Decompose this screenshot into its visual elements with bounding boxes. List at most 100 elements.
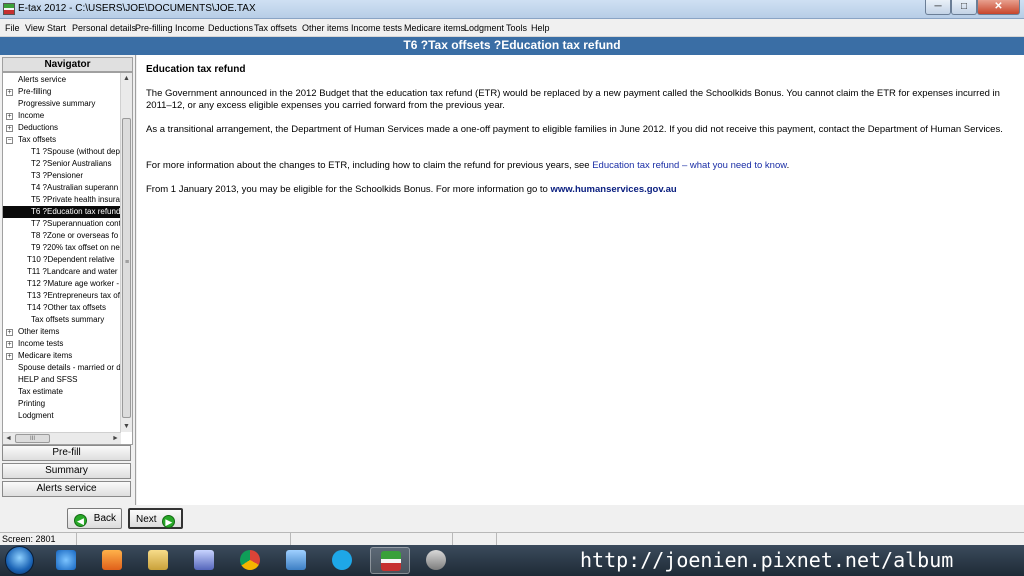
back-arrow-icon: ◀ <box>74 514 87 527</box>
internet-explorer-icon[interactable] <box>46 547 86 574</box>
scroll-down-icon[interactable]: ▼ <box>121 421 132 432</box>
navigator-item-label: T14 ?Other tax offsets <box>27 303 107 312</box>
navigator-item[interactable]: T10 ?Dependent relative <box>3 254 121 266</box>
menu-medicare-items[interactable]: Medicare items <box>404 23 465 33</box>
paragraph-schoolkids-bonus: From 1 January 2013, you may be eligible… <box>146 184 1016 196</box>
menu-pre-filling[interactable]: Pre-filling <box>135 23 173 33</box>
navigator-item[interactable]: Printing <box>3 398 121 410</box>
expand-icon[interactable]: + <box>6 341 13 348</box>
navigator-vertical-scrollbar[interactable]: ▲ ≡ ▼ <box>120 73 132 432</box>
etax-taskbar-icon[interactable] <box>370 547 410 574</box>
paragraph-more-information: For more information about the changes t… <box>146 160 1016 172</box>
navigator-item-label: Lodgment <box>18 411 54 420</box>
navigator-item[interactable]: T4 ?Australian superann <box>3 182 121 194</box>
etr-what-you-need-to-know-link[interactable]: Education tax refund – what you need to … <box>592 160 786 171</box>
back-button[interactable]: ◀ Back <box>67 508 122 529</box>
navigator-item[interactable]: + Medicare items <box>3 350 121 362</box>
navigator-item[interactable]: − Tax offsets <box>3 134 121 146</box>
title-bar: E-tax 2012 - C:\USERS\JOE\DOCUMENTS\JOE.… <box>0 0 1024 19</box>
menu-bar: File View Start Personal details Pre-fil… <box>0 19 1024 37</box>
navigator-item[interactable]: + Income tests <box>3 338 121 350</box>
menu-tools[interactable]: Tools <box>506 23 527 33</box>
navigator-item[interactable]: T12 ?Mature age worker - <box>3 278 121 290</box>
horizontal-scroll-thumb[interactable]: III <box>15 434 50 443</box>
navigator-item[interactable]: + Deductions <box>3 122 121 134</box>
navigator-item[interactable]: T9 ?20% tax offset on ne <box>3 242 121 254</box>
scroll-up-icon[interactable]: ▲ <box>121 73 132 84</box>
humanservices-link[interactable]: www.humanservices.gov.au <box>550 184 676 195</box>
navigator-item[interactable]: T13 ?Entrepreneurs tax of <box>3 290 121 302</box>
maximize-button[interactable]: □ <box>951 0 977 15</box>
menu-income[interactable]: Income <box>175 23 205 33</box>
navigator-item[interactable]: Alerts service <box>3 74 121 86</box>
app-icon[interactable] <box>276 547 316 574</box>
navigator-item-label: T6 ?Education tax refund <box>31 207 121 216</box>
close-button[interactable]: ✕ <box>977 0 1020 15</box>
navigator-item[interactable]: Tax offsets summary <box>3 314 121 326</box>
menu-view[interactable]: View <box>25 23 44 33</box>
expand-icon[interactable]: + <box>6 113 13 120</box>
expand-icon[interactable]: + <box>6 125 13 132</box>
alerts-service-button[interactable]: Alerts service <box>2 481 131 497</box>
start-orb-icon[interactable] <box>5 546 34 575</box>
menu-file[interactable]: File <box>5 23 20 33</box>
menu-deductions[interactable]: Deductions <box>208 23 253 33</box>
navigator-item-label: T3 ?Pensioner <box>31 171 84 180</box>
navigator-item-label: Printing <box>18 399 46 408</box>
navigator-item[interactable]: T2 ?Senior Australians <box>3 158 121 170</box>
navigator-item-label: T5 ?Private health insura <box>31 195 120 204</box>
navigator-item[interactable]: Progressive summary <box>3 98 121 110</box>
scroll-left-icon[interactable]: ◄ <box>3 433 14 444</box>
minimize-button[interactable]: ─ <box>925 0 951 15</box>
next-label: Next <box>136 514 157 525</box>
horizontal-grip-icon: III <box>29 436 35 442</box>
navigator-item[interactable]: T6 ?Education tax refund <box>3 206 121 218</box>
vertical-grip-icon: ≡ <box>124 259 130 266</box>
navigator-item[interactable]: T1 ?Spouse (without dep <box>3 146 121 158</box>
chrome-icon[interactable] <box>230 547 270 574</box>
collapse-icon[interactable]: − <box>6 137 13 144</box>
navigator-item[interactable]: Tax estimate <box>3 386 121 398</box>
navigator-item[interactable]: + Pre-filling <box>3 86 121 98</box>
menu-lodgment[interactable]: Lodgment <box>464 23 504 33</box>
status-divider <box>496 533 497 545</box>
menu-personal-details[interactable]: Personal details <box>72 23 136 33</box>
scroll-right-icon[interactable]: ► <box>110 433 121 444</box>
navigator-item-label: Alerts service <box>18 75 67 84</box>
media-player-icon[interactable] <box>92 547 132 574</box>
navigator-item[interactable]: T5 ?Private health insura <box>3 194 121 206</box>
launcher-icon[interactable] <box>184 547 224 574</box>
file-explorer-icon[interactable] <box>138 547 178 574</box>
settings-icon[interactable] <box>416 547 456 574</box>
navigator-item[interactable]: HELP and SFSS <box>3 374 121 386</box>
skype-icon[interactable] <box>322 547 362 574</box>
next-button[interactable]: Next ▶ <box>128 508 183 529</box>
navigator-item[interactable]: T3 ?Pensioner <box>3 170 121 182</box>
navigator-tree[interactable]: Alerts service + Pre-filling Progressive su… <box>2 72 133 445</box>
menu-tax-offsets[interactable]: Tax offsets <box>254 23 297 33</box>
menu-help[interactable]: Help <box>531 23 550 33</box>
navigator-item[interactable]: T14 ?Other tax offsets <box>3 302 121 314</box>
expand-icon[interactable]: + <box>6 353 13 360</box>
navigator-item[interactable]: Lodgment <box>3 410 121 422</box>
navigator-item[interactable]: T7 ?Superannuation cont <box>3 218 121 230</box>
navigator-item[interactable]: T11 ?Landcare and water <box>3 266 121 278</box>
navigator-item-label: Spouse details - married or d <box>18 363 121 372</box>
menu-start[interactable]: Start <box>47 23 66 33</box>
navigator-item-label: Deductions <box>18 123 59 132</box>
navigator-item[interactable]: + Income <box>3 110 121 122</box>
navigator-item[interactable]: + Other items <box>3 326 121 338</box>
window-title: E-tax 2012 - C:\USERS\JOE\DOCUMENTS\JOE.… <box>18 3 256 14</box>
menu-other-items[interactable]: Other items <box>302 23 349 33</box>
navigator-horizontal-scrollbar[interactable]: ◄ III ► <box>3 432 121 444</box>
menu-income-tests[interactable]: Income tests <box>351 23 402 33</box>
navigator-item[interactable]: T8 ?Zone or overseas fo <box>3 230 121 242</box>
status-screen-number: Screen: 2801 <box>2 534 56 544</box>
expand-icon[interactable]: + <box>6 329 13 336</box>
pre-fill-button[interactable]: Pre-fill <box>2 445 131 461</box>
vertical-scroll-thumb[interactable]: ≡ <box>122 118 131 418</box>
navigator-item[interactable]: Spouse details - married or d <box>3 362 121 374</box>
expand-icon[interactable]: + <box>6 89 13 96</box>
summary-button[interactable]: Summary <box>2 463 131 479</box>
navigator-item-label: Other items <box>18 327 60 336</box>
